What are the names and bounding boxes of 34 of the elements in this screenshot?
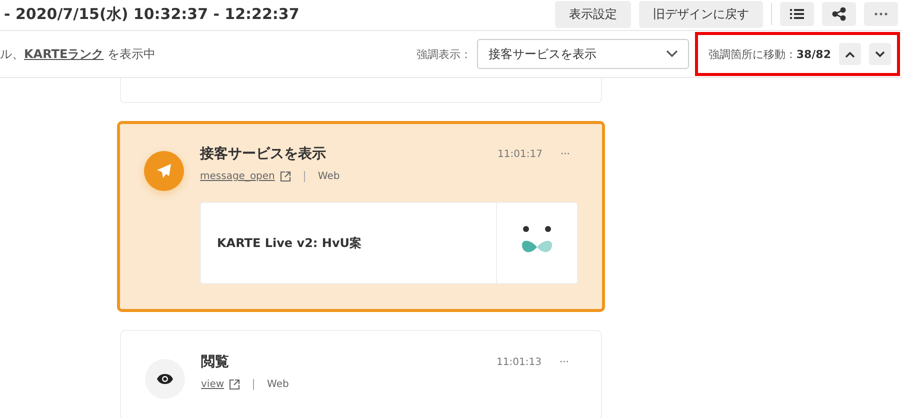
display-status-text: ル、KARTEランク を表示中 — [0, 46, 156, 62]
more-menu[interactable]: ··· — [559, 356, 569, 368]
event-link[interactable]: message_open — [200, 171, 275, 182]
list-button[interactable] — [780, 2, 814, 26]
chevron-down-icon — [666, 50, 678, 58]
event-time: 11:01:17 — [498, 148, 542, 160]
share-button[interactable] — [822, 2, 856, 26]
emphasis-label: 強調表示： — [416, 46, 472, 62]
header-button[interactable]: 旧デザインに戻す — [639, 0, 763, 28]
date-range: - 2020/7/15(水) 10:32:37 - 12:22:37 — [4, 4, 300, 24]
chevron-down-icon — [875, 50, 885, 58]
external-link-icon — [280, 171, 291, 182]
eye-icon — [145, 359, 185, 399]
paper-plane-icon — [144, 151, 184, 191]
emphasis-dropdown[interactable]: 接客サービスを表示 — [477, 39, 690, 69]
list-icon — [790, 8, 804, 20]
campaign-card[interactable]: KARTE Live v2: HvU案 — [200, 202, 578, 284]
campaign-title: KARTE Live v2: HvU案 — [216, 234, 363, 252]
channel-label: Web — [267, 379, 289, 390]
header-button[interactable]: 表示設定 — [555, 0, 631, 28]
chevron-up-icon — [845, 50, 855, 58]
external-link-icon — [229, 379, 240, 390]
next-button[interactable] — [869, 43, 891, 65]
event-title: 接客サービスを表示 — [200, 145, 327, 163]
event-time: 11:01:13 — [496, 356, 542, 368]
event-link[interactable]: view — [201, 379, 224, 390]
previous-button[interactable] — [839, 43, 861, 65]
rank-link[interactable]: KARTEランク — [24, 46, 104, 60]
jump-label: 強調箇所に移動：38/82 — [708, 46, 831, 62]
more-menu[interactable]: ··· — [560, 148, 570, 160]
channel-label: Web — [318, 171, 340, 182]
more-icon — [874, 12, 888, 16]
share-icon — [832, 7, 846, 21]
event-title: 閲覧 — [201, 353, 230, 371]
